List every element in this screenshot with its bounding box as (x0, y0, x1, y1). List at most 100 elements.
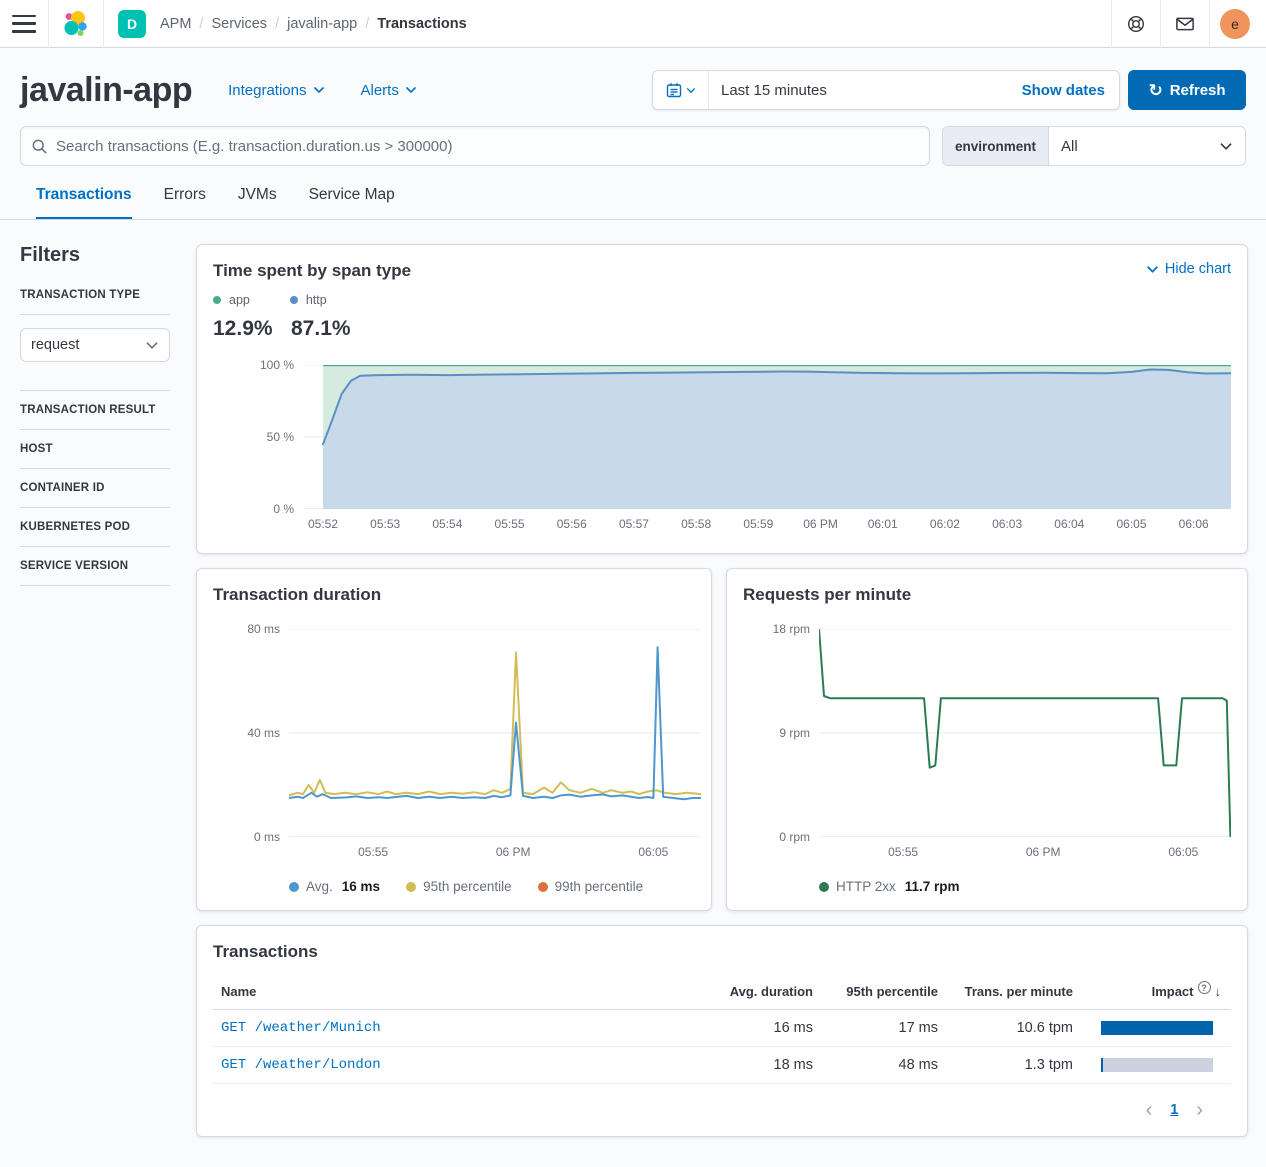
http-legend-label: http (306, 293, 327, 307)
facet-container-id[interactable]: CONTAINER ID (20, 482, 170, 494)
x-axis-tick-label: 06 PM (803, 517, 838, 531)
p95-legend-dot (406, 882, 416, 892)
col-trans-per-minute[interactable]: Trans. per minute (938, 984, 1073, 999)
user-avatar[interactable]: e (1220, 9, 1250, 39)
tpm-value: 1.3 tpm (938, 1057, 1073, 1073)
hamburger-menu-icon[interactable] (12, 15, 36, 33)
divider (1209, 0, 1210, 48)
x-axis-tick-label: 06:05 (1168, 845, 1198, 859)
time-spent-title: Time spent by span type (213, 261, 411, 281)
app-legend-label: app (229, 293, 250, 307)
calendar-quick-select-button[interactable] (653, 71, 709, 109)
col-name[interactable]: Name (221, 984, 693, 999)
calendar-icon (666, 82, 682, 98)
elastic-logo[interactable] (61, 9, 91, 39)
y-axis-tick-label: 50 % (267, 430, 294, 444)
search-row: environment All (0, 110, 1266, 166)
sort-desc-icon: ↓ (1215, 984, 1222, 999)
x-axis-tick-label: 05:52 (308, 517, 338, 531)
p95-legend-label: 95th percentile (423, 879, 512, 894)
requests-per-minute-plot (819, 629, 1231, 837)
http-legend-dot (290, 296, 298, 304)
requests-per-minute-chart: 18 rpm9 rpm0 rpm05:5506 PM06:05 (819, 629, 1231, 863)
y-axis-tick-label: 0 % (273, 502, 294, 516)
col-95th-percentile[interactable]: 95th percentile (813, 984, 938, 999)
transaction-type-value: request (31, 337, 79, 353)
x-axis-tick-label: 06 PM (1026, 845, 1061, 859)
environment-value: All (1061, 138, 1078, 155)
x-axis-tick-label: 06:01 (868, 517, 898, 531)
pagination: ‹ 1 › (213, 1100, 1231, 1120)
http2xx-legend-dot (819, 882, 829, 892)
show-dates-button[interactable]: Show dates (1022, 82, 1119, 99)
col-impact[interactable]: Impact ? ↓ (1073, 984, 1223, 999)
transaction-duration-chart: 80 ms40 ms0 ms05:5506 PM06:05 (289, 629, 701, 863)
refresh-button[interactable]: ↻ Refresh (1128, 70, 1246, 110)
refresh-label: Refresh (1170, 82, 1226, 99)
impact-label: Impact (1152, 984, 1194, 999)
transaction-link-munich[interactable]: GET /weather/Munich (221, 1020, 693, 1036)
x-axis-tick-label: 05:56 (557, 517, 587, 531)
table-row: GET /weather/Munich 16 ms 17 ms 10.6 tpm (213, 1010, 1231, 1047)
http2xx-legend-label: HTTP 2xx (836, 879, 896, 894)
newsfeed-mail-icon[interactable] (1161, 0, 1209, 48)
transactions-table-title: Transactions (213, 942, 1231, 962)
x-axis-tick-label: 06 PM (496, 845, 531, 859)
col-avg-duration[interactable]: Avg. duration (693, 984, 813, 999)
facet-kubernetes-pod[interactable]: KUBERNETES POD (20, 521, 170, 533)
tab-errors[interactable]: Errors (164, 186, 206, 219)
space-badge[interactable]: D (118, 10, 146, 38)
x-axis-tick-label: 05:54 (432, 517, 462, 531)
facet-transaction-result[interactable]: TRANSACTION RESULT (20, 404, 170, 416)
page-1-button[interactable]: 1 (1170, 1102, 1178, 1118)
transaction-duration-panel: Transaction duration 80 ms40 ms0 ms05:55… (196, 568, 712, 911)
avg-legend-label: Avg. (306, 879, 333, 894)
app-percent: 12.9% (213, 317, 267, 341)
breadcrumb-services[interactable]: Services (211, 16, 267, 32)
divider (20, 585, 170, 586)
breadcrumb-service-name[interactable]: javalin-app (287, 16, 357, 32)
next-page-icon[interactable]: › (1196, 1100, 1203, 1120)
avg-duration-value: 16 ms (693, 1020, 813, 1036)
divider (103, 0, 104, 48)
transaction-duration-plot (289, 629, 701, 837)
x-axis-tick-label: 05:55 (358, 845, 388, 859)
integrations-menu[interactable]: Integrations (228, 82, 324, 99)
tab-jvms[interactable]: JVMs (238, 186, 277, 219)
impact-help-icon[interactable]: ? (1198, 981, 1211, 994)
x-axis-tick-label: 06:03 (992, 517, 1022, 531)
breadcrumb: APM / Services / javalin-app / Transacti… (160, 16, 467, 32)
time-range-value[interactable]: Last 15 minutes (709, 82, 1022, 99)
tab-service-map[interactable]: Service Map (309, 186, 395, 219)
tpm-value: 10.6 tpm (938, 1020, 1073, 1036)
y-axis-tick-label: 0 rpm (779, 830, 810, 844)
transaction-duration-title: Transaction duration (213, 585, 695, 605)
search-input[interactable] (56, 138, 919, 155)
help-icon[interactable] (1112, 0, 1160, 48)
breadcrumb-separator: / (199, 16, 203, 32)
hide-chart-label: Hide chart (1165, 261, 1231, 277)
impact-bar (1073, 1058, 1223, 1072)
transaction-type-select[interactable]: request (20, 328, 170, 362)
prev-page-icon[interactable]: ‹ (1146, 1100, 1153, 1120)
facet-transaction-type: TRANSACTION TYPE (20, 289, 170, 301)
span-type-legend: app http (213, 293, 1231, 307)
rpm-legend: HTTP 2xx 11.7 rpm (819, 879, 1231, 894)
transaction-link-london[interactable]: GET /weather/London (221, 1057, 693, 1073)
environment-filter[interactable]: environment All (942, 126, 1246, 166)
y-axis-tick-label: 40 ms (247, 726, 280, 740)
facet-service-version[interactable]: SERVICE VERSION (20, 560, 170, 572)
alerts-menu[interactable]: Alerts (361, 82, 417, 99)
breadcrumb-apm[interactable]: APM (160, 16, 191, 32)
http2xx-legend-value: 11.7 rpm (905, 879, 960, 894)
y-axis-tick-label: 18 rpm (773, 622, 810, 636)
divider (20, 390, 170, 391)
y-axis-tick-label: 0 ms (254, 830, 280, 844)
alerts-label: Alerts (361, 82, 399, 99)
x-axis-tick-label: 05:55 (888, 845, 918, 859)
tab-transactions[interactable]: Transactions (36, 186, 132, 219)
hide-chart-button[interactable]: Hide chart (1146, 261, 1231, 277)
integrations-label: Integrations (228, 82, 306, 99)
facet-host[interactable]: HOST (20, 443, 170, 455)
topbar-actions: e (1111, 0, 1256, 48)
